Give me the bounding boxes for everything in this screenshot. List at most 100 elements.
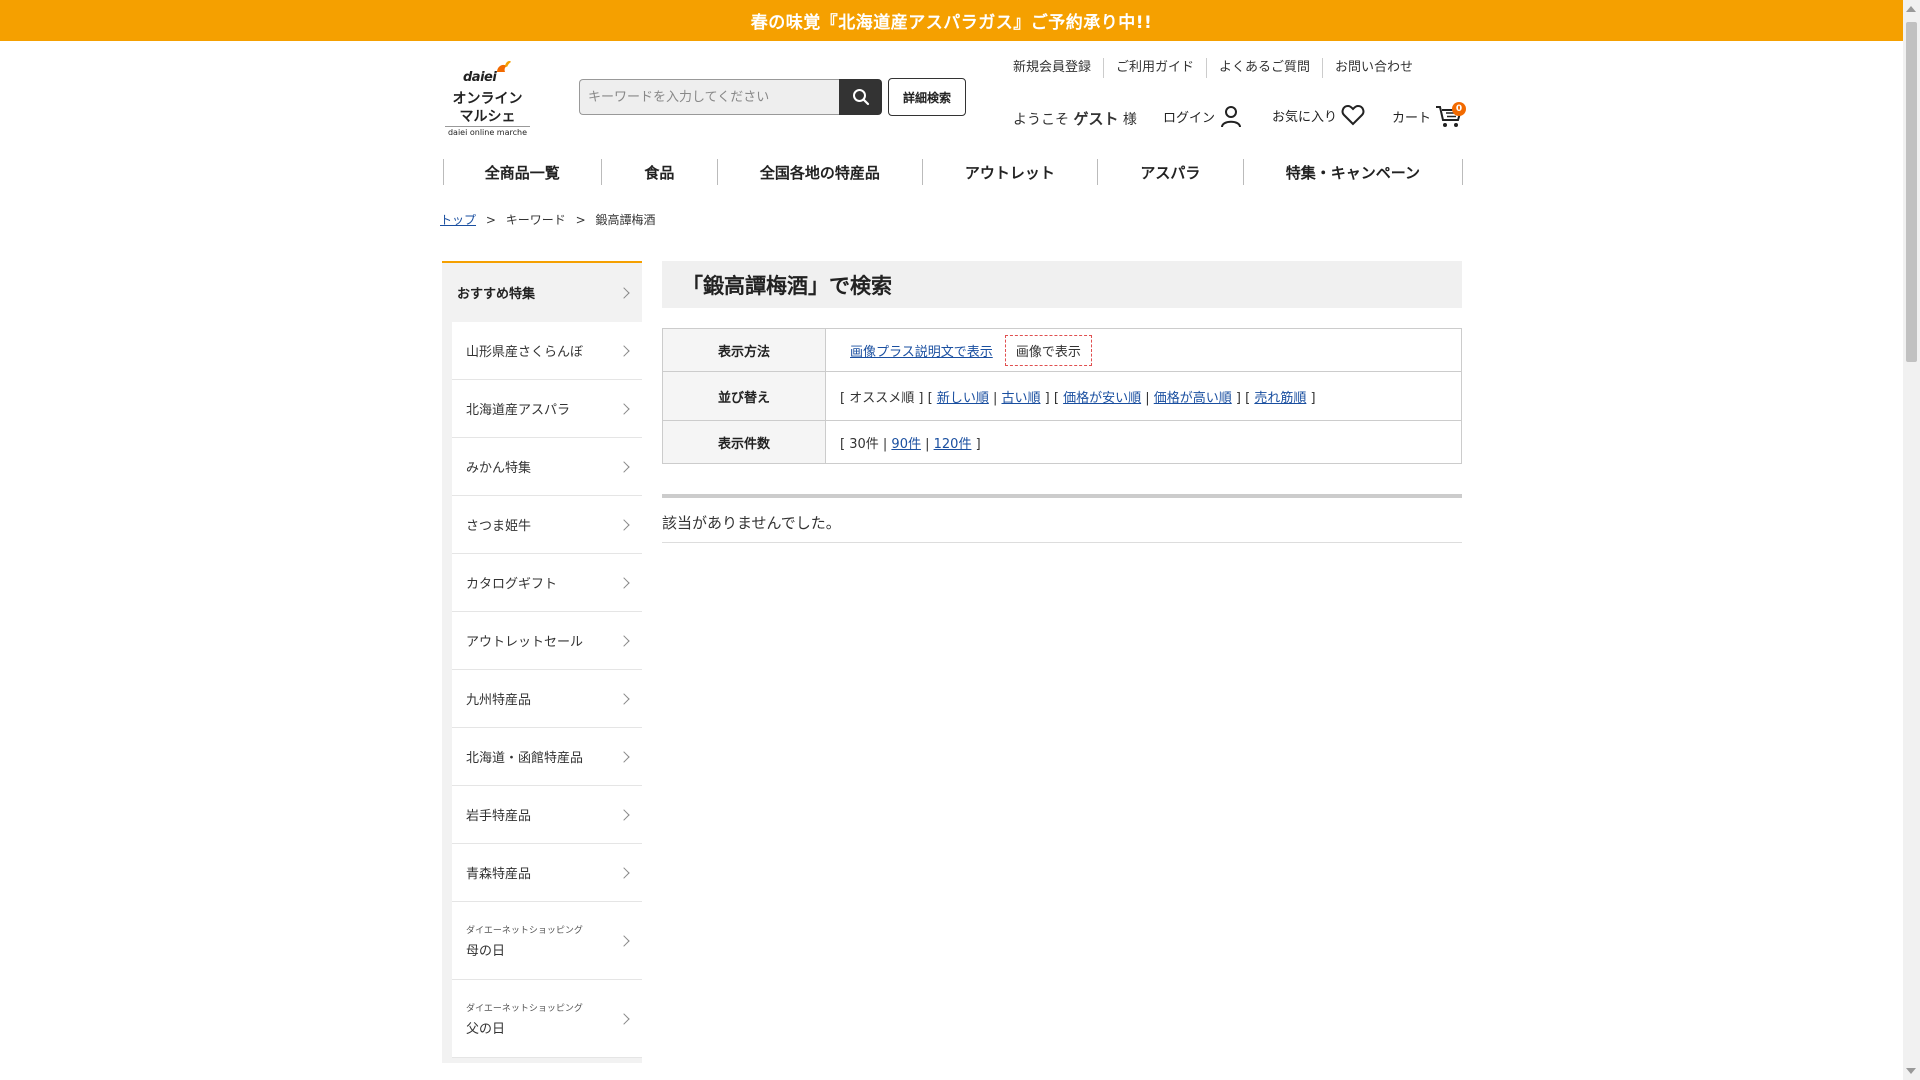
chevron-right-icon [618,286,630,299]
sidebar-item-label: 母の日 [466,943,506,959]
sidebar-item-cherry[interactable]: 山形県産さくらんぼ [452,322,642,380]
breadcrumb: トップ > キーワード > 鍛高譚梅酒 [440,211,655,228]
scroll-up-arrow[interactable] [1906,6,1916,12]
sidebar-item-iwate[interactable]: 岩手特産品 [452,786,642,844]
sidebar-heading-label: おすすめ特集 [457,287,536,302]
count-90-link[interactable]: 90件 [891,437,921,452]
table-row: 並び替え [ オススメ順 ] [ 新しい順 | 古い順 ] [ 価格が安い順 |… [662,371,1462,421]
sidebar-item-label: アウトレットセール [466,635,584,650]
sidebar-item-kyushu[interactable]: 九州特産品 [452,670,642,728]
search-button[interactable] [839,79,882,115]
bracket: ] [1044,390,1050,406]
bracket: ] [1310,390,1316,406]
sidebar-item-label: 北海道・函館特産品 [466,751,584,766]
util-link-register[interactable]: 新規会員登録 [1010,58,1103,78]
sidebar-item-label: 青森特産品 [466,867,532,882]
sort-oldest-link[interactable]: 古い順 [1001,391,1040,406]
no-results-message: 該当がありませんでした。 [662,512,1462,543]
nav-campaigns[interactable]: 特集・キャンペーン [1242,159,1463,185]
scroll-thumb[interactable] [1906,22,1917,362]
breadcrumb-separator: > [575,213,586,227]
favorites-label: お気に入り [1272,109,1338,125]
top-banner[interactable]: 春の味覚『北海道産アスパラガス』ご予約承り中!! [0,0,1903,41]
logo-line3: daiei online marche [445,126,530,137]
logo-line2: マルシェ [459,109,516,125]
sidebar-item-label: 北海道産アスパラ [466,403,571,418]
bracket: ] [975,436,981,452]
page-title: 「鍛高譚梅酒」で検索 [662,261,1462,308]
user-name: ゲスト [1073,110,1119,128]
cart-count-badge: 0 [1452,102,1466,116]
bracket: [ [840,436,846,452]
search-input[interactable] [579,79,839,115]
sidebar-item-label: 岩手特産品 [466,809,532,824]
nav-outlet[interactable]: アウトレット [921,159,1097,185]
welcome-prefix: ようこそ [1013,112,1069,128]
search-options-table: 表示方法 画像プラス説明文で表示 画像で表示 並び替え [ オススメ順 ] [ … [662,328,1462,464]
sidebar-item-label: 九州特産品 [466,693,532,708]
sidebar-item-outlet-sale[interactable]: アウトレットセール [452,612,642,670]
sidebar-heading[interactable]: おすすめ特集 [442,263,642,322]
sort-label: 並び替え [662,371,826,421]
sidebar-item-label: 父の日 [466,1021,506,1037]
utility-nav: 新規会員登録 ご利用ガイド よくあるご質問 お問い合わせ [1010,58,1425,78]
nav-food[interactable]: 食品 [600,159,718,185]
util-link-faq[interactable]: よくあるご質問 [1206,58,1322,78]
display-method-label: 表示方法 [662,328,826,372]
view-image-desc-link[interactable]: 画像プラス説明文で表示 [850,345,993,360]
util-link-contact[interactable]: お問い合わせ [1322,58,1425,78]
results-divider [662,494,1462,498]
bracket: ] [1235,390,1241,406]
sort-price-low-link[interactable]: 価格が安い順 [1063,391,1141,406]
view-image-active[interactable]: 画像で表示 [1004,334,1092,366]
count-current: 30件 [849,436,879,452]
util-link-guide[interactable]: ご利用ガイド [1103,58,1206,78]
nav-regional-products[interactable]: 全国各地の特産品 [717,159,921,185]
welcome-text: ようこそ ゲスト 様 [1013,108,1137,129]
sidebar-item-sublabel: ダイエーネットショッピング [466,1003,583,1014]
search-form [579,79,882,115]
sort-cell: [ オススメ順 ] [ 新しい順 | 古い順 ] [ 価格が安い順 | 価格が高… [825,371,1462,421]
login-label: ログイン [1163,110,1216,126]
sort-bestseller-link[interactable]: 売れ筋順 [1254,391,1306,406]
logo-line1: オンライン [452,91,523,107]
sidebar-item-fathers-day[interactable]: ダイエーネットショッピング 父の日 [452,980,642,1058]
sidebar-item-asparagus[interactable]: 北海道産アスパラ [452,380,642,438]
breadcrumb-separator: > [485,213,496,227]
bracket: [ [1245,390,1251,406]
favorites-link[interactable]: お気に入り [1272,104,1365,126]
advanced-search-button[interactable]: 詳細検索 [888,78,966,116]
sidebar: おすすめ特集 山形県産さくらんぼ 北海道産アスパラ みかん特集 さつま姫牛 カタ… [442,261,642,1063]
count-cell: [ 30件 | 90件 | 120件 ] [825,420,1462,464]
heart-icon [1341,104,1365,126]
welcome-suffix: 様 [1122,112,1137,128]
sidebar-item-catalog-gift[interactable]: カタログギフト [452,554,642,612]
sort-current: オススメ順 [849,390,915,406]
scroll-down-arrow[interactable] [1906,1068,1916,1074]
display-method-cell: 画像プラス説明文で表示 画像で表示 [825,328,1462,372]
sidebar-item-hokkaido-hakodate[interactable]: 北海道・函館特産品 [452,728,642,786]
sidebar-item-mothers-day[interactable]: ダイエーネットショッピング 母の日 [452,902,642,980]
table-row: 表示方法 画像プラス説明文で表示 画像で表示 [662,328,1462,372]
breadcrumb-keyword: キーワード [505,213,566,227]
page-scrollbar[interactable] [1903,0,1920,1080]
count-label: 表示件数 [662,420,826,464]
sidebar-item-sublabel: ダイエーネットショッピング [466,925,583,936]
nav-all-products[interactable]: 全商品一覧 [443,159,601,185]
bracket: [ [927,390,933,406]
main-nav: 全商品一覧 食品 全国各地の特産品 アウトレット アスパラ 特集・キャンペーン [443,159,1463,185]
sidebar-item-label: カタログギフト [466,577,558,592]
sidebar-item-satsuma-beef[interactable]: さつま姫牛 [452,496,642,554]
sidebar-item-aomori[interactable]: 青森特産品 [452,844,642,902]
site-logo[interactable]: daiei オンライン マルシェ daiei online marche [445,58,530,137]
breadcrumb-current: 鍛高譚梅酒 [595,213,656,227]
sort-price-high-link[interactable]: 価格が高い順 [1154,391,1232,406]
login-link[interactable]: ログイン [1163,104,1243,128]
sidebar-item-mikan[interactable]: みかん特集 [452,438,642,496]
search-icon [852,89,869,106]
sidebar-item-label: 山形県産さくらんぼ [466,345,584,360]
sort-newest-link[interactable]: 新しい順 [937,391,989,406]
breadcrumb-top[interactable]: トップ [440,213,476,227]
nav-asparagus[interactable]: アスパラ [1097,159,1243,185]
count-120-link[interactable]: 120件 [934,437,972,452]
